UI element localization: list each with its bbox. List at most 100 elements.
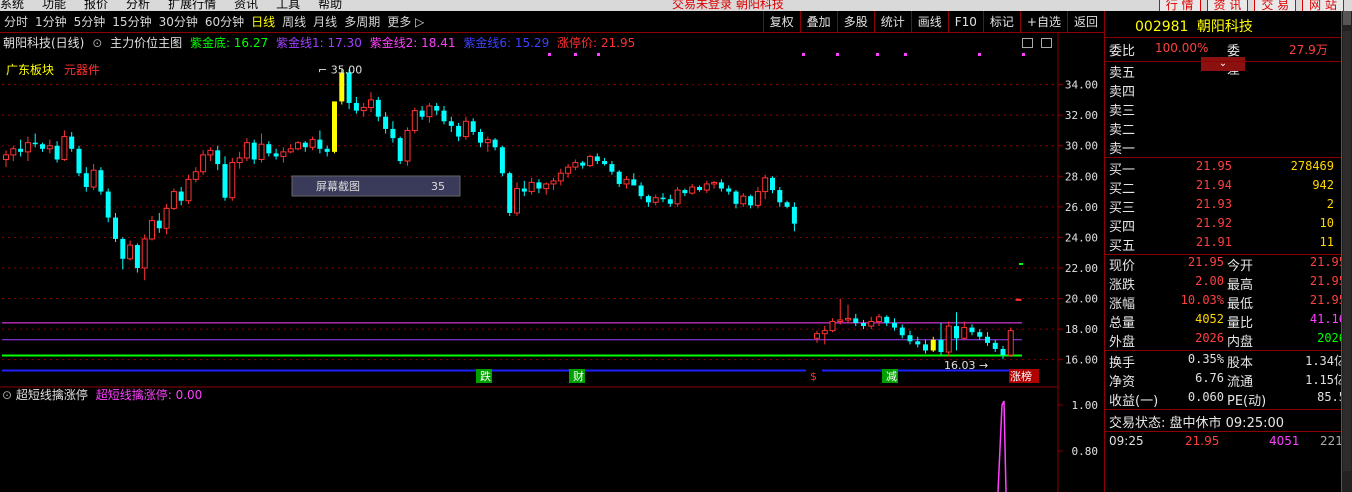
period-tab[interactable]: 15分钟 (108, 13, 154, 30)
stat-label: 最低 (1227, 297, 1254, 312)
y-tick-label: 28.00 (1065, 170, 1098, 183)
candle-body (141, 238, 148, 269)
candle-body (762, 177, 769, 193)
candle-body (884, 316, 890, 323)
candle-body (1007, 330, 1014, 356)
period-tab[interactable]: 分时 (0, 13, 31, 30)
maximize-icon[interactable] (1040, 38, 1052, 48)
candle-body (317, 139, 323, 149)
period-tab[interactable]: 更多 ▷ (383, 13, 427, 30)
candle-body (977, 332, 983, 337)
candle-body (280, 151, 287, 157)
toolbar-button[interactable]: 叠加 (799, 11, 837, 33)
candle-body (200, 154, 207, 173)
candle-body (770, 177, 775, 191)
candle-body (273, 153, 279, 157)
menu-item[interactable]: 工具 (276, 0, 300, 11)
top-nav-button[interactable]: 交 易 (1254, 0, 1297, 11)
buys-label: 买一 (1109, 163, 1136, 178)
candle-body (287, 148, 294, 153)
candle-body (821, 330, 828, 335)
y-tick-label: 34.00 (1065, 79, 1098, 92)
period-tab[interactable]: 月线 (309, 13, 340, 30)
sub-indicator-name[interactable]: 超短线擒涨停 (16, 388, 88, 402)
candle-body (521, 188, 527, 192)
period-tab[interactable]: 周线 (278, 13, 309, 30)
candle-body (332, 101, 337, 152)
toolbar-button[interactable]: F10 (947, 11, 983, 33)
toolbar-button[interactable]: 标记 (982, 11, 1020, 33)
window-controls (1018, 37, 1052, 51)
candle-body (375, 99, 381, 117)
restore-icon[interactable] (1022, 38, 1033, 48)
candle-body (478, 131, 483, 143)
y-tick-label: 18.00 (1065, 323, 1098, 336)
menu-item[interactable]: 分析 (126, 0, 150, 11)
stat-label: 净资 (1109, 375, 1136, 390)
menu-bar: 系统 功能 报价 分析 扩展行情 资讯 工具 帮助 交易未登录 朝阳科技 行 情资 讯交 易网… (0, 0, 1352, 11)
menu-item[interactable]: 系统 (0, 0, 24, 11)
toolbar-button[interactable]: 复权 (762, 11, 800, 33)
top-nav-button[interactable]: 行 情 (1158, 0, 1201, 11)
candle-body (682, 190, 688, 194)
menu-item[interactable]: 报价 (84, 0, 108, 11)
candle-body (645, 196, 651, 203)
sector-board[interactable]: 广东板块 (6, 61, 54, 78)
app-window: 系统 功能 报价 分析 扩展行情 资讯 工具 帮助 交易未登录 朝阳科技 行 情资 讯交 易网… (0, 0, 1352, 492)
toolbar-button[interactable]: 返回 (1066, 11, 1104, 33)
toolbar-button[interactable]: 统计 (873, 11, 911, 33)
stat-label: 量比 (1227, 316, 1254, 331)
toolbar-button[interactable]: 多股 (836, 11, 874, 33)
candle-body (703, 183, 710, 191)
candle-body (295, 142, 301, 150)
stat-row: 收益(一) 0.060 PE(动) 85.5 (1105, 390, 1346, 409)
menu-item[interactable]: 帮助 (318, 0, 342, 11)
toolbar-button[interactable]: +自选 (1019, 11, 1067, 33)
vertical-scrollbar[interactable] (1341, 11, 1352, 492)
stat-label: 外盘 (1109, 335, 1136, 350)
menu-item[interactable]: 扩展行情 (168, 0, 216, 11)
candle-body (507, 173, 513, 213)
period-tab[interactable]: 1分钟 (31, 13, 70, 30)
stat-row: 外盘 2026 内盘 2026 (1105, 331, 1346, 350)
scroll-thumb[interactable] (1343, 31, 1351, 471)
overlay-tip-value: 35 (431, 180, 445, 193)
stock-title: 朝阳科技(日线) (3, 36, 85, 50)
period-tab[interactable]: 30分钟 (155, 13, 201, 30)
period-tab[interactable]: 多周期 (340, 13, 383, 30)
indicator-name[interactable]: 主力价位主图 (110, 36, 182, 50)
stat-label: 换手 (1109, 356, 1136, 371)
candle-body (829, 320, 836, 332)
period-tab[interactable]: 60分钟 (201, 13, 247, 30)
candle-body (945, 325, 952, 353)
toolbar-button[interactable]: 画线 (910, 11, 948, 33)
scroll-up-icon[interactable] (1343, 11, 1351, 25)
sector-industry[interactable]: 元器件 (64, 61, 100, 78)
period-tab[interactable]: 日线 (247, 13, 278, 30)
buys-row: 买二 21.94 942 (1105, 178, 1346, 197)
candle-body (718, 182, 724, 189)
y-tick-label: 24.00 (1065, 231, 1098, 244)
candle-body (754, 191, 761, 206)
top-nav-button[interactable]: 资 讯 (1206, 0, 1249, 11)
kline-chart[interactable]: 34.00 32.00 30.00 28.00 26.00 24.00 22.00 20.00… (0, 33, 1104, 492)
candle-body (426, 105, 433, 118)
stock-name: 朝阳科技 (1196, 19, 1253, 35)
candle-body (368, 99, 374, 109)
candle-body (441, 110, 447, 122)
legend-zjx2: 紫金线2: 18.41 (369, 36, 456, 50)
stat-label: 内盘 (1227, 335, 1254, 350)
candle-body (54, 145, 60, 160)
menu-item[interactable]: 资讯 (234, 0, 258, 11)
candle-body (456, 125, 462, 137)
collapse-icon[interactable]: ⊙ (2, 388, 12, 402)
menu-item[interactable]: 功能 (42, 0, 66, 11)
period-tab[interactable]: 5分钟 (70, 13, 109, 30)
candle-body (814, 333, 820, 339)
stat-value: 0.35% (1187, 352, 1224, 366)
candle-body (784, 202, 790, 207)
candle-body (667, 199, 673, 204)
collapse-icon[interactable]: ⊙ (92, 36, 102, 50)
top-nav-button[interactable]: 网 站 (1302, 0, 1344, 11)
candle-body (229, 162, 236, 199)
